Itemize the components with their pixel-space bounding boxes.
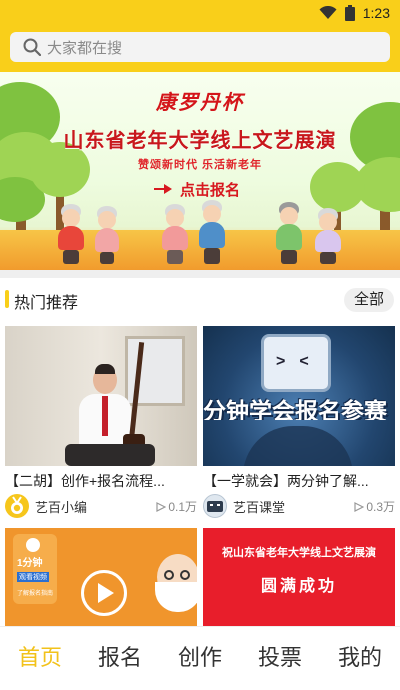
view-count: 0.3万 — [354, 498, 395, 515]
video-thumbnail[interactable]: 1分钟 观看视频 了解报名指南 — [5, 528, 197, 626]
video-thumbnail[interactable] — [5, 326, 197, 466]
grandpa-illustration — [153, 554, 197, 626]
banner-signup-button[interactable]: 点击报名 — [152, 178, 240, 200]
video-card[interactable]: 1分钟 观看视频 了解报名指南 — [5, 528, 197, 626]
play-count-icon — [156, 501, 167, 512]
mini-phone-shape: 1分钟 观看视频 了解报名指南 — [13, 534, 57, 604]
play-button-icon[interactable] — [81, 570, 127, 616]
video-thumbnail[interactable]: >< 分钟学会报名参赛 — [203, 326, 395, 466]
section-title: 热门推荐 — [14, 295, 79, 312]
bottom-nav: 首页 报名 创作 投票 我的 — [0, 626, 400, 690]
elderly-figure — [272, 202, 306, 266]
robot-screen-shape: >< — [261, 334, 331, 392]
play-count-icon — [354, 501, 365, 512]
search-input[interactable]: 大家都在搜 — [10, 32, 390, 62]
banner-subtitle: 赞颂新时代 乐活新老年 — [137, 159, 263, 171]
person-silhouette — [243, 426, 353, 466]
elderly-figure — [92, 206, 122, 266]
card-meta: 艺百小编 0.1万 — [5, 494, 197, 518]
card-title[interactable]: 【二胡】创作+报名流程... — [5, 471, 197, 491]
robot-avatar[interactable] — [203, 494, 227, 518]
elderly-figure — [158, 204, 192, 266]
medal-icon — [11, 496, 23, 514]
thumb-text-1: 祝山东省老年大学线上文艺展演 — [222, 547, 376, 559]
top-bar: 1:23 大家都在搜 — [0, 0, 400, 72]
elderly-figure — [312, 208, 344, 266]
view-count: 0.1万 — [156, 498, 197, 515]
section-divider — [0, 270, 400, 278]
pointing-hand-icon — [154, 184, 172, 194]
thumb-text-2: 圆满成功 — [260, 578, 337, 595]
video-thumbnail[interactable]: 祝山东省老年大学线上文艺展演 圆满成功 — [203, 528, 395, 626]
nav-tab-mine[interactable]: 我的 — [320, 627, 400, 690]
medal-avatar[interactable] — [5, 494, 29, 518]
status-bar: 1:23 — [319, 4, 390, 22]
nav-tab-home[interactable]: 首页 — [0, 627, 80, 690]
status-time: 1:23 — [362, 5, 390, 21]
view-all-button[interactable]: 全部 — [343, 288, 394, 312]
stool-shape — [65, 444, 155, 466]
promo-banner[interactable]: 康罗丹杯 山东省老年大学线上文艺展演 赞颂新时代 乐活新老年 点击报名 — [0, 72, 400, 270]
timer-icon — [26, 538, 40, 552]
nav-tab-vote[interactable]: 投票 — [240, 627, 320, 690]
banner-brand: 康罗丹杯 — [156, 90, 244, 114]
card-author[interactable]: 艺百课堂 — [233, 497, 285, 516]
thumb-text-1: 1分钟 — [17, 558, 43, 569]
elderly-figure — [54, 204, 88, 266]
banner-cta-label: 点击报名 — [180, 181, 241, 199]
wifi-icon — [319, 6, 337, 19]
nav-tab-signup[interactable]: 报名 — [80, 627, 160, 690]
search-icon — [23, 38, 41, 56]
card-meta: 艺百课堂 0.3万 — [203, 494, 395, 518]
thumb-text-2: 观看视频 — [17, 572, 49, 582]
section-accent-bar — [5, 290, 9, 308]
card-title[interactable]: 【一学就会】两分钟了解... — [203, 471, 395, 491]
hot-recommend-header: 热门推荐 全部 — [0, 286, 400, 314]
battery-icon — [344, 5, 355, 21]
thumb-text-3: 了解报名指南 — [17, 591, 54, 597]
thumb-overlay-text: 分钟学会报名参赛 — [203, 398, 387, 420]
card-author[interactable]: 艺百小编 — [35, 497, 87, 516]
video-card[interactable]: 祝山东省老年大学线上文艺展演 圆满成功 — [203, 528, 395, 626]
view-count-value: 0.3万 — [366, 500, 395, 514]
search-placeholder: 大家都在搜 — [47, 39, 123, 57]
banner-title: 山东省老年大学线上文艺展演 — [63, 130, 337, 152]
view-count-value: 0.1万 — [168, 500, 197, 514]
video-card[interactable]: >< 分钟学会报名参赛 【一学就会】两分钟了解... 艺百课堂 0.3万 — [203, 326, 395, 518]
robot-icon — [207, 501, 223, 512]
video-card[interactable]: 【二胡】创作+报名流程... 艺百小编 0.1万 — [5, 326, 197, 518]
nav-tab-create[interactable]: 创作 — [160, 627, 240, 690]
elderly-figure — [195, 200, 229, 266]
